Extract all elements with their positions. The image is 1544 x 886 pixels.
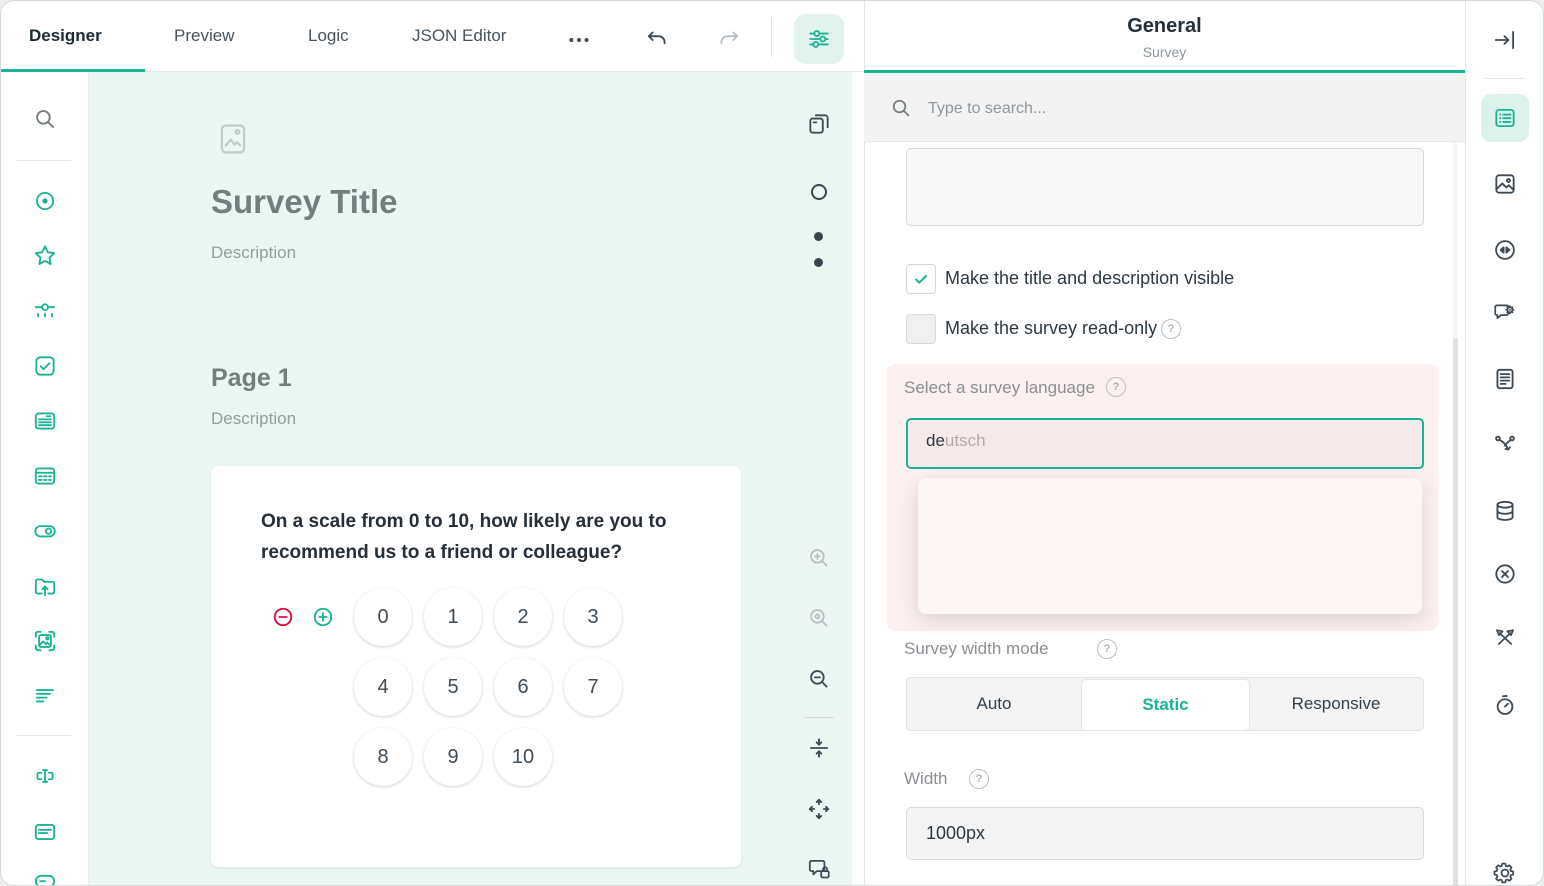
help-icon[interactable]: ? (969, 769, 989, 789)
width-mode-static[interactable]: Static (1081, 679, 1250, 731)
page-title[interactable]: Page 1 (211, 364, 292, 393)
rating-icon[interactable] (32, 243, 58, 269)
page-dot[interactable] (814, 258, 823, 267)
sliders-settings-icon (806, 26, 832, 52)
long-text-icon[interactable] (32, 819, 58, 845)
panel-title: General (864, 15, 1465, 38)
toolbox-sidebar (1, 72, 89, 886)
undo-icon[interactable] (644, 27, 670, 53)
image-picker-icon[interactable] (32, 628, 58, 654)
general-form-icon[interactable] (1492, 105, 1518, 131)
expand-move-icon[interactable] (806, 796, 832, 822)
language-label: Select a survey language (904, 378, 1095, 398)
rating-option[interactable]: 0 (354, 588, 412, 646)
top-navigation: Designer Preview Logic JSON Editor (1, 1, 864, 72)
logo-placeholder-icon[interactable] (214, 120, 252, 158)
search-icon (889, 96, 913, 120)
toolbox-divider (17, 160, 71, 161)
check-icon (912, 270, 930, 288)
ranking-icon[interactable] (32, 683, 58, 709)
multiple-textboxes-icon[interactable] (32, 872, 58, 886)
width-mode-label: Survey width mode (904, 639, 1049, 659)
data-icon[interactable] (1492, 498, 1518, 524)
width-mode-responsive[interactable]: Responsive (1250, 677, 1422, 731)
property-search-bar (864, 73, 1465, 142)
rating-option[interactable]: 4 (354, 658, 412, 716)
survey-creator-window: Designer Preview Logic JSON Editor (0, 0, 1544, 886)
width-mode-auto[interactable]: Auto (908, 677, 1080, 731)
tab-logic[interactable]: Logic (308, 1, 349, 71)
question-settings-icon[interactable] (1492, 300, 1518, 326)
autocomplete-text: utsch (945, 431, 986, 450)
tagbox-icon[interactable] (32, 408, 58, 434)
rating-option[interactable]: 7 (564, 658, 622, 716)
rating-option[interactable]: 8 (354, 728, 412, 786)
matrix-icon[interactable] (32, 463, 58, 489)
pages-icon[interactable] (806, 111, 832, 137)
zoom-out-icon[interactable] (806, 666, 832, 692)
timer-icon[interactable] (1492, 692, 1518, 718)
rating-option[interactable]: 10 (494, 728, 552, 786)
checkbox-label: Make the survey read-only (945, 318, 1157, 339)
panel-scrollbar-thumb[interactable] (1453, 338, 1458, 886)
width-value: 1000px (926, 823, 985, 844)
page-circle-icon[interactable] (811, 184, 827, 200)
rail-divider (1485, 78, 1525, 79)
rating-option[interactable]: 5 (424, 658, 482, 716)
survey-description[interactable]: Description (211, 243, 296, 263)
rating-option[interactable]: 9 (424, 728, 482, 786)
remove-rating-item-icon[interactable] (272, 606, 294, 628)
rating-option[interactable]: 6 (494, 658, 552, 716)
navigation-media-icon[interactable] (1492, 237, 1518, 263)
add-rating-item-icon[interactable] (312, 606, 334, 628)
more-dots-icon[interactable] (564, 27, 594, 53)
toolbox-divider (17, 735, 71, 736)
checkbox-read-only[interactable] (906, 314, 936, 344)
help-icon[interactable]: ? (1106, 377, 1126, 397)
radiogroup-icon[interactable] (32, 188, 58, 214)
file-upload-icon[interactable] (32, 573, 58, 599)
question-title[interactable]: On a scale from 0 to 10, how likely are … (261, 506, 691, 568)
logic-flow-icon[interactable] (1492, 432, 1518, 458)
language-options-popup: Deutsch Nederlands (918, 478, 1422, 614)
help-icon[interactable]: ? (1097, 639, 1117, 659)
page-dot[interactable] (814, 232, 823, 241)
checkbox-label: Make the title and description visible (945, 268, 1234, 289)
width-label: Width (904, 769, 947, 789)
zoom-in-icon[interactable] (806, 545, 832, 571)
settings-gear-icon[interactable] (1492, 860, 1518, 886)
tab-json-editor[interactable]: JSON Editor (412, 1, 506, 71)
completed-flags-icon[interactable] (1492, 625, 1518, 651)
logo-image-icon[interactable] (1492, 171, 1518, 197)
rating-option[interactable]: 1 (424, 588, 482, 646)
zoom-reset-icon[interactable] (806, 605, 832, 631)
rating-option[interactable]: 3 (564, 588, 622, 646)
validation-icon[interactable] (1492, 561, 1518, 587)
description-textarea[interactable] (906, 148, 1424, 226)
property-search-input[interactable] (926, 73, 1410, 144)
pages-doc-icon[interactable] (1492, 366, 1518, 392)
language-input-value: deutsch (926, 431, 986, 451)
tab-designer[interactable]: Designer (29, 1, 102, 71)
boolean-toggle-icon[interactable] (32, 518, 58, 544)
comment-lock-icon[interactable] (806, 856, 832, 882)
help-icon[interactable]: ? (1161, 319, 1181, 339)
survey-title[interactable]: Survey Title (211, 183, 397, 221)
checkbox-title-visible[interactable] (906, 264, 936, 294)
page-description[interactable]: Description (211, 409, 296, 429)
typed-text: de (926, 431, 945, 450)
rating-option[interactable]: 2 (494, 588, 552, 646)
collapse-icon[interactable] (806, 735, 832, 761)
tab-preview[interactable]: Preview (174, 1, 234, 71)
nav-divider (771, 17, 772, 57)
toggle-property-grid-button[interactable] (794, 14, 844, 64)
search-icon[interactable] (32, 106, 58, 132)
canvas-toolbar-divider (804, 717, 834, 718)
dropdown-icon[interactable] (32, 298, 58, 324)
redo-icon[interactable] (716, 27, 742, 53)
panel-subtitle: Survey (864, 44, 1465, 60)
checkbox-icon[interactable] (32, 353, 58, 379)
collapse-panel-icon[interactable] (1492, 27, 1518, 53)
text-input-icon[interactable] (32, 763, 58, 789)
